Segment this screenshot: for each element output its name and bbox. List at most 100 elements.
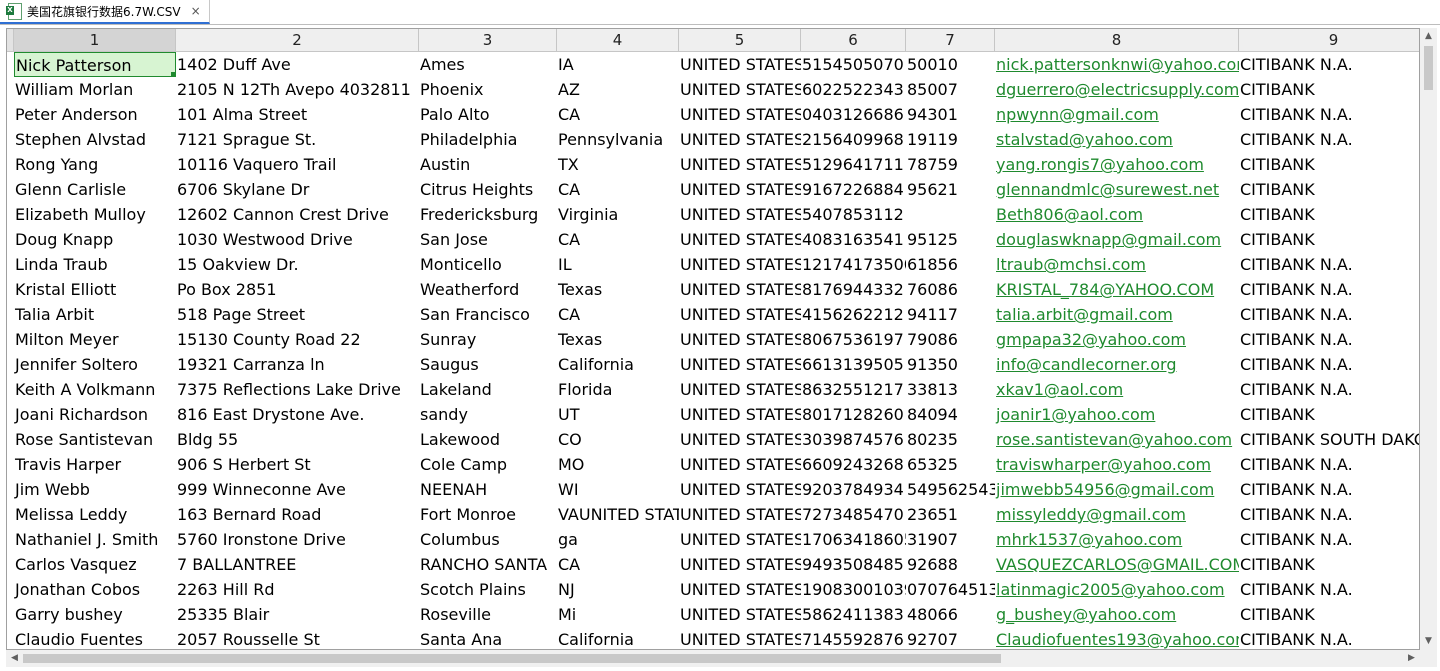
table-cell[interactable]: 92707 [906, 627, 995, 649]
table-cell[interactable]: CITIBANK [1239, 152, 1419, 177]
table-cell[interactable]: Claudio Fuentes [14, 627, 176, 649]
table-cell[interactable]: 23651 [906, 502, 995, 527]
email-link-cell[interactable]: traviswharper@yahoo.com [995, 452, 1239, 477]
email-link-cell[interactable]: info@candlecorner.org [995, 352, 1239, 377]
table-cell[interactable]: 7 BALLANTREE [176, 552, 419, 577]
table-cell[interactable]: 19083001039 [801, 577, 906, 602]
table-cell[interactable]: CITIBANK N.A. [1239, 52, 1419, 77]
table-cell[interactable]: 79086 [906, 327, 995, 352]
table-cell[interactable]: UNITED STATES [679, 427, 801, 452]
table-cell[interactable]: 8632551217 [801, 377, 906, 402]
email-link-cell[interactable]: nick.pattersonknwi@yahoo.com [995, 52, 1239, 77]
table-cell[interactable]: 6706 Skylane Dr [176, 177, 419, 202]
email-link-cell[interactable]: jimwebb54956@gmail.com [995, 477, 1239, 502]
table-cell[interactable]: 65325 [906, 452, 995, 477]
column-header-2[interactable]: 2 [176, 29, 419, 52]
table-cell[interactable]: Kristal Elliott [14, 277, 176, 302]
table-cell[interactable]: 19321 Carranza ln [176, 352, 419, 377]
table-cell[interactable]: TX [557, 152, 679, 177]
table-cell[interactable]: CITIBANK [1239, 177, 1419, 202]
table-cell[interactable]: 33813 [906, 377, 995, 402]
table-cell[interactable]: 94301 [906, 102, 995, 127]
select-all-corner[interactable] [7, 29, 14, 52]
email-link-cell[interactable]: yang.rongis7@yahoo.com [995, 152, 1239, 177]
email-link-cell[interactable]: glennandmlc@surewest.net [995, 177, 1239, 202]
table-cell[interactable]: UNITED STATES [679, 577, 801, 602]
table-cell[interactable]: UNITED STATES [679, 527, 801, 552]
table-cell[interactable]: Weatherford [419, 277, 557, 302]
table-cell[interactable]: 2057 Rousselle St [176, 627, 419, 649]
table-cell[interactable]: ga [557, 527, 679, 552]
table-cell[interactable]: Phoenix [419, 77, 557, 102]
table-cell[interactable]: Fort Monroe [419, 502, 557, 527]
table-cell[interactable]: UNITED STATES [679, 352, 801, 377]
table-cell[interactable]: UNITED STATES [679, 227, 801, 252]
table-cell[interactable]: CITIBANK N.A. [1239, 477, 1419, 502]
table-cell[interactable]: UNITED STATES [679, 327, 801, 352]
fill-handle[interactable] [171, 72, 175, 76]
table-cell[interactable]: CITIBANK [1239, 402, 1419, 427]
table-cell[interactable]: 5862411383 [801, 602, 906, 627]
email-link-cell[interactable]: talia.arbit@gmail.com [995, 302, 1239, 327]
table-cell[interactable]: Carlos Vasquez [14, 552, 176, 577]
table-cell[interactable]: 91350 [906, 352, 995, 377]
email-link-cell[interactable]: npwynn@gmail.com [995, 102, 1239, 127]
table-cell[interactable]: CITIBANK SOUTH DAKOTA [1239, 427, 1419, 452]
table-cell[interactable]: sandy [419, 402, 557, 427]
table-cell[interactable]: California [557, 352, 679, 377]
email-link-cell[interactable]: douglaswknapp@gmail.com [995, 227, 1239, 252]
table-cell[interactable]: 8067536197 [801, 327, 906, 352]
table-cell[interactable]: Fredericksburg [419, 202, 557, 227]
table-cell[interactable]: Joani Richardson [14, 402, 176, 427]
table-cell[interactable]: Travis Harper [14, 452, 176, 477]
table-cell[interactable]: 816 East Drystone Ave. [176, 402, 419, 427]
table-cell[interactable]: 7145592876 [801, 627, 906, 649]
table-cell[interactable]: 2105 N 12Th Avepo 4032811 [176, 77, 419, 102]
email-link-cell[interactable]: xkav1@aol.com [995, 377, 1239, 402]
table-cell[interactable]: 12174173500 [801, 252, 906, 277]
table-cell[interactable]: CITIBANK N.A. [1239, 627, 1419, 649]
spreadsheet-grid[interactable]: 123456789 Nick Patterson 1402 Duff Ave Ame… [6, 28, 1420, 650]
table-cell[interactable]: 7121 Sprague St. [176, 127, 419, 152]
table-cell[interactable]: IL [557, 252, 679, 277]
table-cell[interactable]: CA [557, 227, 679, 252]
table-cell[interactable]: Keith A Volkmann [14, 377, 176, 402]
table-cell[interactable]: CITIBANK N.A. [1239, 527, 1419, 552]
table-cell[interactable]: CITIBANK [1239, 552, 1419, 577]
email-link-cell[interactable]: rose.santistevan@yahoo.com [995, 427, 1239, 452]
table-cell[interactable]: 7273485470 [801, 502, 906, 527]
table-cell[interactable]: 3039874576 [801, 427, 906, 452]
table-cell[interactable]: San Francisco [419, 302, 557, 327]
table-cell[interactable]: 4156262212 [801, 302, 906, 327]
horizontal-scrollbar[interactable]: ◀ ▶ [6, 650, 1420, 667]
table-cell[interactable]: 25335 Blair [176, 602, 419, 627]
table-cell[interactable]: 1030 Westwood Drive [176, 227, 419, 252]
table-cell[interactable]: CITIBANK N.A. [1239, 302, 1419, 327]
table-cell[interactable]: 95125 [906, 227, 995, 252]
table-cell[interactable]: 9203784934 [801, 477, 906, 502]
table-cell[interactable]: CO [557, 427, 679, 452]
column-header-8[interactable]: 8 [995, 29, 1239, 52]
table-cell[interactable]: UNITED STATES [679, 452, 801, 477]
table-cell[interactable]: Melissa Leddy [14, 502, 176, 527]
table-cell[interactable]: Saugus [419, 352, 557, 377]
table-cell[interactable]: CA [557, 177, 679, 202]
table-cell[interactable]: 5760 Ironstone Drive [176, 527, 419, 552]
vertical-scroll-thumb[interactable] [1424, 46, 1433, 90]
table-cell[interactable]: CITIBANK N.A. [1239, 127, 1419, 152]
table-cell[interactable]: UNITED STATES [679, 402, 801, 427]
table-cell[interactable]: UNITED STATES [679, 552, 801, 577]
table-cell[interactable]: UNITED STATES [679, 102, 801, 127]
horizontal-scroll-thumb[interactable] [23, 654, 1001, 663]
table-cell[interactable]: UNITED STATES [679, 202, 801, 227]
email-link-cell[interactable]: VASQUEZCARLOS@GMAIL.COM [995, 552, 1239, 577]
table-cell[interactable]: 101 Alma Street [176, 102, 419, 127]
table-cell[interactable]: 8017128260 [801, 402, 906, 427]
table-cell[interactable]: Cole Camp [419, 452, 557, 477]
table-cell[interactable]: Rong Yang [14, 152, 176, 177]
table-cell[interactable]: Texas [557, 277, 679, 302]
table-cell[interactable]: Jonathan Cobos [14, 577, 176, 602]
table-cell[interactable]: Texas [557, 327, 679, 352]
email-link-cell[interactable]: Beth806@aol.com [995, 202, 1239, 227]
table-cell[interactable]: Peter Anderson [14, 102, 176, 127]
